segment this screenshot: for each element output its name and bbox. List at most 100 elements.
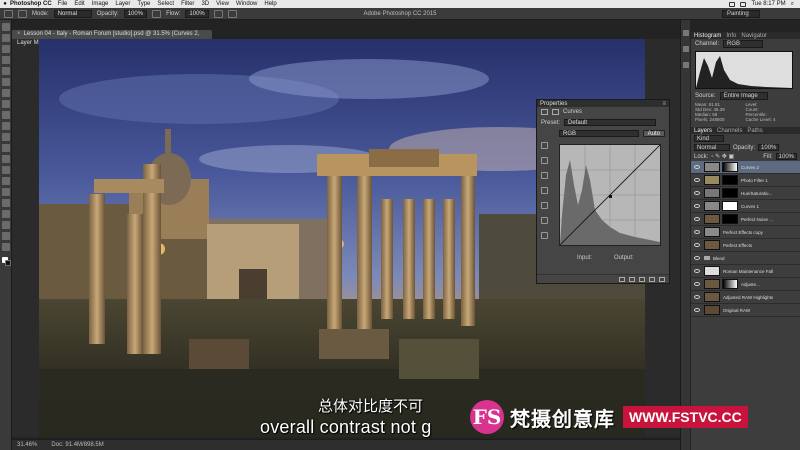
black-point-eyedropper-icon[interactable] bbox=[541, 157, 548, 164]
search-icon[interactable]: ⌕ bbox=[791, 1, 794, 8]
clip-to-layer-icon[interactable] bbox=[619, 276, 625, 282]
white-point-eyedropper-icon[interactable] bbox=[541, 187, 548, 194]
panel-toggle-icon[interactable] bbox=[683, 30, 689, 36]
gray-point-eyedropper-icon[interactable] bbox=[541, 172, 548, 179]
panel-toggle-icon[interactable] bbox=[683, 62, 689, 68]
history-brush-tool-icon[interactable] bbox=[2, 122, 10, 130]
tab-layers[interactable]: Layers bbox=[694, 128, 712, 134]
menu-3d[interactable]: 3D bbox=[201, 1, 209, 7]
layer-row[interactable]: Perfect Noise ... bbox=[691, 213, 800, 226]
layer-row[interactable]: Original RAW bbox=[691, 304, 800, 317]
opacity-field[interactable]: 100% bbox=[123, 9, 148, 18]
pen-tool-icon[interactable] bbox=[2, 177, 10, 185]
visibility-toggle-icon[interactable] bbox=[649, 276, 655, 282]
eye-icon[interactable] bbox=[694, 282, 700, 286]
dodge-tool-icon[interactable] bbox=[2, 166, 10, 174]
menu-window[interactable]: Window bbox=[236, 1, 257, 7]
smooth-curve-icon[interactable] bbox=[541, 232, 548, 239]
tab-histogram[interactable]: Histogram bbox=[694, 33, 721, 39]
crop-tool-icon[interactable] bbox=[2, 67, 10, 75]
type-tool-icon[interactable] bbox=[2, 188, 10, 196]
layer-mask-thumbnail[interactable] bbox=[722, 188, 738, 198]
zoom-tool-icon[interactable] bbox=[2, 232, 10, 240]
histogram-channel-select[interactable]: RGB bbox=[723, 40, 764, 48]
brush-tool-icon[interactable] bbox=[2, 100, 10, 108]
airbrush-icon[interactable] bbox=[213, 9, 223, 18]
preset-select[interactable]: Default bbox=[564, 119, 657, 126]
auto-button[interactable]: Auto bbox=[642, 130, 665, 137]
mode-select[interactable]: Normal bbox=[53, 9, 92, 18]
edit-points-icon[interactable] bbox=[541, 202, 548, 209]
tab-info[interactable]: Info bbox=[726, 33, 736, 39]
menu-app-name[interactable]: Photoshop CC bbox=[10, 1, 52, 7]
brush-preset-icon[interactable] bbox=[4, 9, 13, 18]
layer-mask-icon[interactable] bbox=[552, 109, 559, 115]
layer-opacity-field[interactable]: 100% bbox=[758, 144, 780, 151]
eye-icon[interactable] bbox=[694, 217, 700, 221]
eraser-tool-icon[interactable] bbox=[2, 133, 10, 141]
channel-select[interactable]: RGB bbox=[559, 130, 639, 137]
menu-layer[interactable]: Layer bbox=[115, 1, 130, 7]
edit-toolbar-icon[interactable] bbox=[2, 243, 10, 251]
draw-curve-icon[interactable] bbox=[541, 217, 548, 224]
pressure-opacity-icon[interactable] bbox=[152, 9, 162, 18]
trash-icon[interactable] bbox=[659, 276, 665, 282]
tab-navigator[interactable]: Navigator bbox=[741, 33, 767, 39]
apple-icon[interactable]: ● bbox=[0, 1, 10, 7]
layer-mask-thumbnail[interactable] bbox=[722, 162, 738, 172]
layer-mask-thumbnail[interactable] bbox=[722, 214, 738, 224]
zoom-level[interactable]: 31.46% bbox=[17, 442, 37, 448]
layer-kind-filter[interactable]: Kind bbox=[694, 135, 724, 142]
menu-filter[interactable]: Filter bbox=[181, 1, 194, 7]
layer-fill-field[interactable]: 100% bbox=[775, 153, 797, 160]
eyedropper-tool-icon[interactable] bbox=[2, 78, 10, 86]
blend-mode-select[interactable]: Normal bbox=[694, 144, 730, 151]
eye-icon[interactable] bbox=[694, 204, 700, 208]
eye-icon[interactable] bbox=[694, 243, 700, 247]
layer-row[interactable]: Hue/Saturatio... bbox=[691, 187, 800, 200]
layer-row[interactable]: Curves 2 bbox=[691, 161, 800, 174]
shape-tool-icon[interactable] bbox=[2, 210, 10, 218]
eye-icon[interactable] bbox=[694, 269, 700, 273]
panel-menu-icon[interactable]: ≡ bbox=[662, 101, 666, 107]
layer-row[interactable]: Photo Filter 1 bbox=[691, 174, 800, 187]
workspace-select[interactable]: Painting bbox=[722, 9, 760, 18]
quick-select-tool-icon[interactable] bbox=[2, 56, 10, 64]
tab-paths[interactable]: Paths bbox=[747, 128, 762, 134]
marquee-tool-icon[interactable] bbox=[2, 34, 10, 42]
eye-icon[interactable] bbox=[694, 295, 700, 299]
layer-mask-thumbnail[interactable] bbox=[722, 201, 738, 211]
layer-row[interactable]: Perfect Effects copy bbox=[691, 226, 800, 239]
blur-tool-icon[interactable] bbox=[2, 155, 10, 163]
menu-select[interactable]: Select bbox=[157, 1, 174, 7]
path-select-tool-icon[interactable] bbox=[2, 199, 10, 207]
eye-icon[interactable] bbox=[694, 256, 700, 260]
eye-icon[interactable] bbox=[694, 230, 700, 234]
menu-image[interactable]: Image bbox=[92, 1, 109, 7]
eye-icon[interactable] bbox=[694, 191, 700, 195]
gradient-tool-icon[interactable] bbox=[2, 144, 10, 152]
document-tab[interactable]: × Lesson 04 - Italy - Roman Forum [studio… bbox=[12, 30, 212, 46]
panel-toggle-icon[interactable] bbox=[683, 46, 689, 52]
lasso-tool-icon[interactable] bbox=[2, 45, 10, 53]
menu-help[interactable]: Help bbox=[264, 1, 276, 7]
background-color-swatch[interactable] bbox=[5, 260, 11, 266]
layer-row[interactable]: Roman Maintenance Fall bbox=[691, 265, 800, 278]
layer-mask-thumbnail[interactable] bbox=[722, 279, 738, 289]
tab-channels[interactable]: Channels bbox=[717, 128, 742, 134]
clone-stamp-tool-icon[interactable] bbox=[2, 111, 10, 119]
layer-row[interactable]: Adjuste... bbox=[691, 278, 800, 291]
curves-graph[interactable] bbox=[559, 144, 661, 246]
close-tab-icon[interactable]: × bbox=[17, 31, 21, 37]
eye-icon[interactable] bbox=[694, 178, 700, 182]
layer-row[interactable]: Adjusted RAW Highlights bbox=[691, 291, 800, 304]
hand-tool-icon[interactable] bbox=[2, 221, 10, 229]
eye-icon[interactable] bbox=[694, 308, 700, 312]
lock-icons[interactable]: ▫ ✎ ✥ ▣ bbox=[711, 153, 734, 160]
menu-view[interactable]: View bbox=[216, 1, 229, 7]
menu-file[interactable]: File bbox=[58, 1, 68, 7]
histogram-source-select[interactable]: Entire Image bbox=[719, 92, 768, 100]
view-previous-icon[interactable] bbox=[629, 276, 635, 282]
eye-icon[interactable] bbox=[694, 165, 700, 169]
reset-icon[interactable] bbox=[639, 276, 645, 282]
